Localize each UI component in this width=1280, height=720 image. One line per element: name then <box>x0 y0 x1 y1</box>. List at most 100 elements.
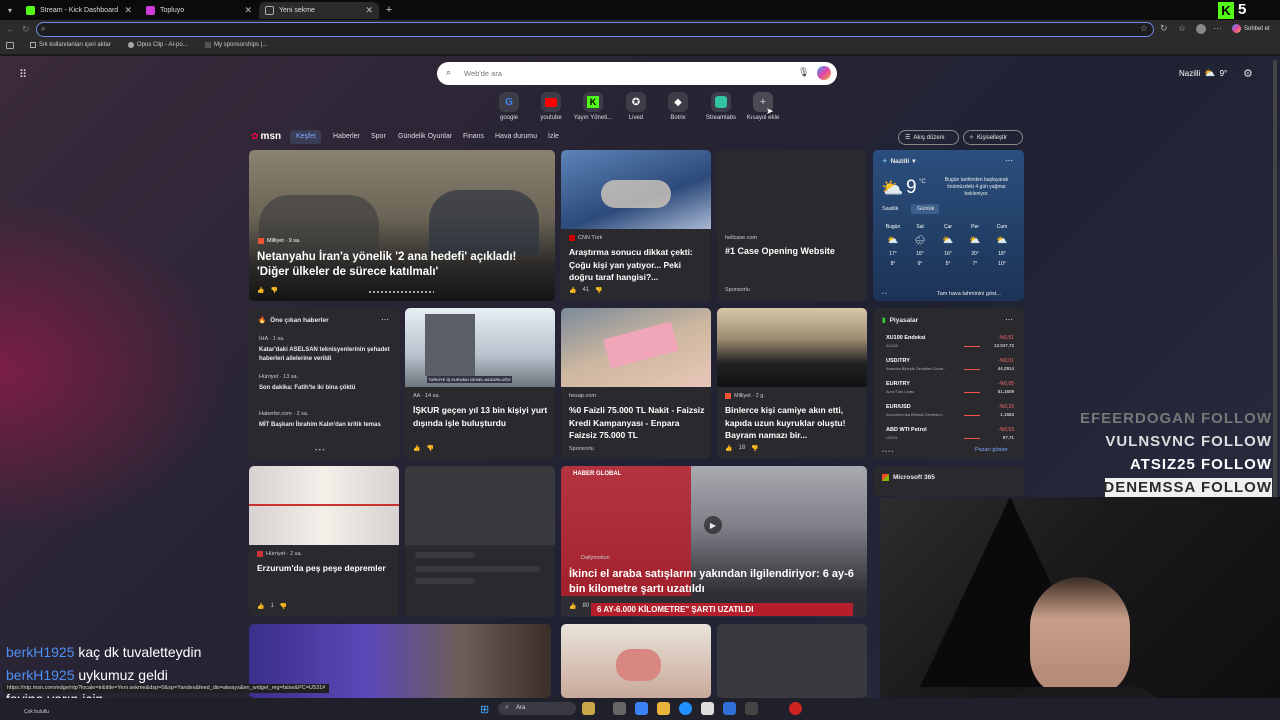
nav-sports[interactable]: Spor <box>371 133 386 140</box>
address-bar[interactable] <box>36 22 1154 37</box>
dislike-icon[interactable]: 👎 <box>595 287 602 294</box>
store-icon[interactable] <box>701 702 714 715</box>
feed-layout-button[interactable]: ☰ Akış düzeni <box>898 130 959 145</box>
msn-logo[interactable]: ✿ msn <box>251 131 281 142</box>
shortcut-kick-dashboard[interactable]: K Yayın Yöneti... <box>573 92 613 121</box>
windows-start-icon[interactable]: ⊞ <box>480 703 489 716</box>
nav-news[interactable]: Haberler <box>333 133 360 140</box>
refresh-page-icon[interactable]: ↻ <box>1160 23 1168 34</box>
market-row[interactable]: USD/TRY Amerika Birleşik Devletleri Dolar… <box>884 358 1016 380</box>
more-icon[interactable]: ⋯ <box>1005 315 1013 324</box>
sponsored-card-hesap[interactable]: hesap.com %0 Faizli 75.000 TL Nakit - Fa… <box>561 308 711 459</box>
kick-icon: K <box>587 96 599 108</box>
microphone-icon[interactable]: 🎙 <box>798 67 809 78</box>
tab-topluyo[interactable]: Topluyo ✕ <box>140 2 258 19</box>
news-card-iskur[interactable]: TÜRKİYE İŞ KURUMU GENEL MÜDÜRLÜĞÜ AA · 1… <box>405 308 555 459</box>
tab-hourly[interactable]: Saatlik <box>882 206 899 212</box>
personalize-button[interactable]: ✧ Kişiselleştir <box>963 130 1023 145</box>
shortcut-lived[interactable]: ✪ Lived <box>616 92 656 121</box>
new-tab-button[interactable]: + <box>383 4 395 16</box>
carousel-dots[interactable] <box>369 291 434 293</box>
tab-daily[interactable]: Günlük <box>917 206 934 212</box>
favorite-star-icon[interactable]: ☆ <box>1140 23 1148 34</box>
taskbar-weather[interactable]: Çok bulutlu <box>24 709 49 715</box>
hero-news-card[interactable]: Milliyet · 9 sa. Netanyahu İran'a yöneli… <box>249 150 555 301</box>
close-icon[interactable]: ✕ <box>244 5 252 16</box>
tab-kick-dashboard[interactable]: Stream - Kick Dashboard ✕ <box>20 2 138 19</box>
dislike-icon[interactable]: 👎 <box>426 445 433 452</box>
header-weather[interactable]: Nazilli ⛅ 9° <box>1179 68 1227 79</box>
steam-icon[interactable] <box>745 702 758 715</box>
pager-dots[interactable]: • • • <box>315 448 325 454</box>
play-icon[interactable]: ▶ <box>704 516 722 534</box>
taskbar-search[interactable] <box>498 702 576 715</box>
nav-finance[interactable]: Finans <box>463 133 484 140</box>
sun-cloud-icon: ⛅ <box>969 235 981 245</box>
dislike-icon[interactable]: 👎 <box>270 287 277 294</box>
sponsored-card-hellcase[interactable]: hellcase.com #1 Case Opening Website Spo… <box>717 150 867 301</box>
pager-dots[interactable]: • • • • <box>882 449 893 455</box>
copilot-chat-button[interactable]: Sohbet et <box>1232 24 1270 33</box>
copilot-taskbar-icon[interactable] <box>635 702 648 715</box>
like-icon[interactable]: 👍 <box>413 445 420 452</box>
more-icon[interactable]: ⋯ <box>381 315 389 324</box>
market-row[interactable]: EUR/USD Avro/Amerika Birleşik Devletleri.… <box>884 404 1016 426</box>
story-item-3[interactable]: MİT Başkanı İbrahim Kalın'dan kritik tem… <box>259 421 391 430</box>
copilot-search-icon[interactable] <box>817 66 831 80</box>
market-row[interactable]: ABD WTI Petrol USOIL -%0,53 97,71 <box>884 427 1016 449</box>
shortcut-youtube[interactable]: youtube <box>531 92 571 121</box>
nav-watch[interactable]: İzle <box>548 133 559 140</box>
tab-new-tab[interactable]: Yeni sekme ✕ <box>259 2 379 19</box>
bookmark-import[interactable]: Sık kullanılanları içeri aktar <box>30 42 111 48</box>
shortcut-botrix[interactable]: ◆ Botrix <box>658 92 698 121</box>
top-stories-card[interactable]: 🔥 Öne çıkan haberler ⋯ İHA · 1 sa. Katar'… <box>249 308 399 459</box>
more-icon[interactable]: ⋯ <box>1005 156 1013 165</box>
obs-icon[interactable] <box>789 702 802 715</box>
weather-more-link[interactable]: Tam hava tahminini göst... <box>937 291 1001 297</box>
pager-dots[interactable]: • • <box>882 291 902 297</box>
task-view-icon[interactable] <box>613 702 626 715</box>
dislike-icon[interactable]: 👎 <box>280 603 287 610</box>
weather-location[interactable]: ✦ Nazilli ▾ <box>882 157 916 166</box>
video-source: Dailymotion <box>581 555 610 561</box>
like-icon[interactable]: 👍 <box>257 603 264 610</box>
video-news-card[interactable]: HABER GLOBAL ▶ Dailymotion İkinci el ara… <box>561 466 867 617</box>
file-explorer-icon[interactable] <box>657 702 670 715</box>
like-icon[interactable]: 👍 <box>257 287 264 294</box>
widget-icon[interactable] <box>582 702 595 715</box>
settings-gear-icon[interactable]: ⚙ <box>1243 67 1253 80</box>
like-icon[interactable]: 👍 <box>569 603 576 610</box>
market-row[interactable]: XU100 Endeksi XU100 -%0,51 13.047,72 <box>884 335 1016 357</box>
close-icon[interactable]: ✕ <box>124 5 132 16</box>
refresh-icon[interactable]: ↻ <box>22 24 30 35</box>
back-icon[interactable]: ← <box>6 24 15 34</box>
close-icon[interactable]: ✕ <box>365 5 373 16</box>
shortcut-add[interactable]: + Kısayol ekle <box>743 92 783 121</box>
shortcut-label: Kısayol ekle <box>746 115 780 121</box>
news-card-mosque[interactable]: Milliyet · 2 g. Binlerce kişi camiye akı… <box>717 308 867 459</box>
mail-icon[interactable] <box>723 702 736 715</box>
edge-icon[interactable] <box>679 702 692 715</box>
news-card-earthquake[interactable]: Hürriyet · 2 sa. Erzurum'da peş peşe dep… <box>249 466 399 617</box>
apps-grid-icon[interactable]: ⠿ <box>19 68 27 81</box>
bookmark-sponsorships[interactable]: My sponsorships |... <box>205 42 267 48</box>
profile-avatar[interactable] <box>1196 24 1206 34</box>
like-icon[interactable]: 👍 <box>725 445 732 452</box>
shortcut-google[interactable]: Ggoogle <box>489 92 529 121</box>
nav-games[interactable]: Gündelik Oyunlar <box>398 133 452 140</box>
story-item-2[interactable]: Son dakika: Fatih'te iki bina çöktü <box>259 384 391 393</box>
more-icon[interactable]: ⋯ <box>1213 23 1222 34</box>
story-item-1[interactable]: Katar'daki ASELSAN teknisyenlerinin şeha… <box>259 346 391 363</box>
bookmark-opus[interactable]: Opus Clip - AI-po... <box>128 42 188 48</box>
shortcut-streamlabs[interactable]: Streamlabs <box>701 92 741 121</box>
news-card-cnn[interactable]: CNN Türk Araştırma sonucu dikkat çekti: … <box>561 150 711 301</box>
nav-discover[interactable]: Keşfet <box>296 133 316 140</box>
microsoft365-card[interactable]: Microsoft 365 <box>873 466 1024 496</box>
news-card-health[interactable] <box>561 624 711 698</box>
dislike-icon[interactable]: 👎 <box>751 445 758 452</box>
market-row[interactable]: EUR/TRY Avro/Türk Lirası -%0,05 51,1609 <box>884 381 1016 403</box>
tab-list-icon[interactable]: ▾ <box>4 4 16 16</box>
nav-weather[interactable]: Hava durumu <box>495 133 537 140</box>
like-icon[interactable]: 👍 <box>569 287 576 294</box>
favorites-icon[interactable]: ☆ <box>1178 23 1186 34</box>
